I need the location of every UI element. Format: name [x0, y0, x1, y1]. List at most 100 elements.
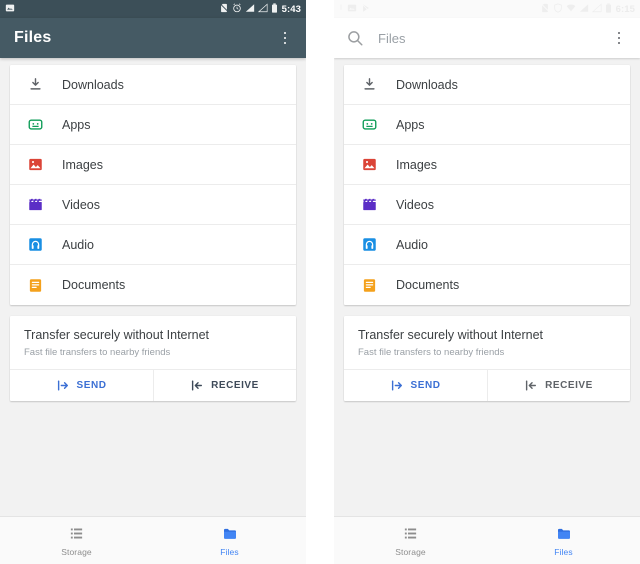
play-icon — [361, 3, 371, 16]
status-bar-clock: 5:43 — [281, 3, 301, 15]
transfer-card: Transfer securely without Internet Fast … — [344, 316, 630, 401]
transfer-card: Transfer securely without Internet Fast … — [10, 316, 296, 401]
category-label: Videos — [396, 197, 434, 212]
overflow-menu-icon[interactable] — [272, 23, 298, 53]
send-label: SEND — [410, 379, 441, 391]
alarm-icon — [232, 2, 242, 16]
category-row-downloads[interactable]: Downloads — [10, 65, 296, 105]
content-scroll-area[interactable]: Downloads Apps Images Videos Audio Docum… — [0, 58, 306, 516]
receive-arrow-icon — [526, 380, 537, 391]
receive-arrow-icon — [192, 380, 203, 391]
image-icon — [26, 156, 44, 174]
category-row-apps[interactable]: Apps — [10, 105, 296, 145]
shield-icon — [553, 2, 563, 16]
nav-item-storage[interactable]: Storage — [0, 525, 153, 557]
receive-button[interactable]: RECEIVE — [153, 369, 296, 401]
headphones-icon — [26, 236, 44, 254]
category-label: Audio — [396, 237, 428, 252]
screenshot-icon — [5, 3, 15, 16]
receive-label: RECEIVE — [211, 379, 259, 391]
status-bar: 5:43 — [0, 0, 306, 18]
status-bar-left-icons — [5, 3, 15, 16]
notification-dot-icon — [339, 3, 343, 16]
receive-label: RECEIVE — [545, 379, 593, 391]
video-icon — [26, 196, 44, 214]
category-row-images[interactable]: Images — [10, 145, 296, 185]
page-title: Files — [14, 29, 52, 46]
send-arrow-icon — [391, 380, 402, 391]
transfer-subtitle: Fast file transfers to nearby friends — [358, 346, 505, 358]
category-label: Documents — [396, 278, 460, 292]
folder-icon — [555, 525, 573, 543]
send-button[interactable]: SEND — [344, 370, 487, 401]
headphones-icon — [360, 236, 378, 254]
folder-icon — [221, 525, 239, 543]
category-label: Documents — [62, 278, 126, 292]
category-row-audio[interactable]: Audio — [10, 225, 296, 265]
nav-label-files: Files — [554, 546, 573, 557]
signal-off-icon — [257, 3, 268, 16]
download-icon — [360, 76, 378, 94]
transfer-card-text: Transfer securely without Internet Fast … — [344, 316, 630, 369]
category-label: Downloads — [396, 77, 458, 92]
category-row-downloads[interactable]: Downloads — [344, 65, 630, 105]
screenshot-icon — [347, 3, 357, 16]
category-label: Audio — [62, 237, 94, 252]
search-icon — [346, 29, 364, 47]
transfer-subtitle: Fast file transfers to nearby friends — [24, 346, 171, 358]
signal-off-icon — [591, 3, 602, 16]
receive-button[interactable]: RECEIVE — [487, 369, 630, 401]
no-sim-icon — [219, 2, 229, 16]
send-label: SEND — [76, 379, 107, 391]
nav-item-storage[interactable]: Storage — [334, 525, 487, 557]
status-bar-clock: 6:15 — [615, 3, 635, 15]
send-arrow-icon — [57, 380, 68, 391]
image-icon — [360, 156, 378, 174]
android-icon — [360, 116, 378, 134]
nav-label-storage: Storage — [395, 546, 426, 557]
phone-screen-left: 5:43 Files Downloads Apps Images Videos … — [0, 0, 306, 564]
category-row-videos[interactable]: Videos — [344, 185, 630, 225]
send-button[interactable]: SEND — [10, 370, 153, 401]
transfer-card-text: Transfer securely without Internet Fast … — [10, 316, 296, 369]
nav-label-files: Files — [220, 546, 239, 557]
status-bar: 6:15 — [334, 0, 640, 18]
dual-screenshot-container: 5:43 Files Downloads Apps Images Videos … — [0, 0, 640, 564]
storage-list-icon — [68, 525, 86, 543]
categories-card: Downloads Apps Images Videos Audio Docum… — [344, 65, 630, 305]
nav-item-files[interactable]: Files — [153, 525, 306, 557]
bottom-navigation: Storage Files — [334, 516, 640, 564]
category-row-images[interactable]: Images — [344, 145, 630, 185]
overflow-menu-icon[interactable] — [606, 23, 632, 53]
video-icon — [360, 196, 378, 214]
status-bar-right-icons: 5:43 — [219, 2, 301, 16]
category-row-documents[interactable]: Documents — [344, 265, 630, 305]
phone-screen-right: 6:15 Files Downloads Apps Images Videos … — [334, 0, 640, 564]
search-input[interactable]: Files — [378, 31, 405, 46]
category-row-audio[interactable]: Audio — [344, 225, 630, 265]
categories-card: Downloads Apps Images Videos Audio Docum… — [10, 65, 296, 305]
battery-icon — [605, 2, 612, 16]
search-bar[interactable]: Files — [334, 18, 640, 58]
bottom-navigation: Storage Files — [0, 516, 306, 564]
status-bar-right-icons: 6:15 — [540, 2, 635, 16]
document-icon — [360, 276, 378, 294]
nav-item-files[interactable]: Files — [487, 525, 640, 557]
category-row-videos[interactable]: Videos — [10, 185, 296, 225]
signal-icon — [245, 3, 255, 16]
download-icon — [26, 76, 44, 94]
category-label: Videos — [62, 197, 100, 212]
battery-icon — [271, 2, 278, 16]
android-icon — [26, 116, 44, 134]
status-bar-left-icons — [339, 3, 371, 16]
transfer-title: Transfer securely without Internet — [24, 328, 210, 342]
category-row-documents[interactable]: Documents — [10, 265, 296, 305]
document-icon — [26, 276, 44, 294]
content-scroll-area[interactable]: Downloads Apps Images Videos Audio Docum… — [334, 58, 640, 516]
category-row-apps[interactable]: Apps — [344, 105, 630, 145]
category-label: Apps — [62, 117, 91, 132]
no-sim-icon — [540, 2, 550, 16]
signal-icon — [579, 3, 589, 16]
transfer-card-actions: SEND RECEIVE — [10, 368, 296, 401]
storage-list-icon — [402, 525, 420, 543]
